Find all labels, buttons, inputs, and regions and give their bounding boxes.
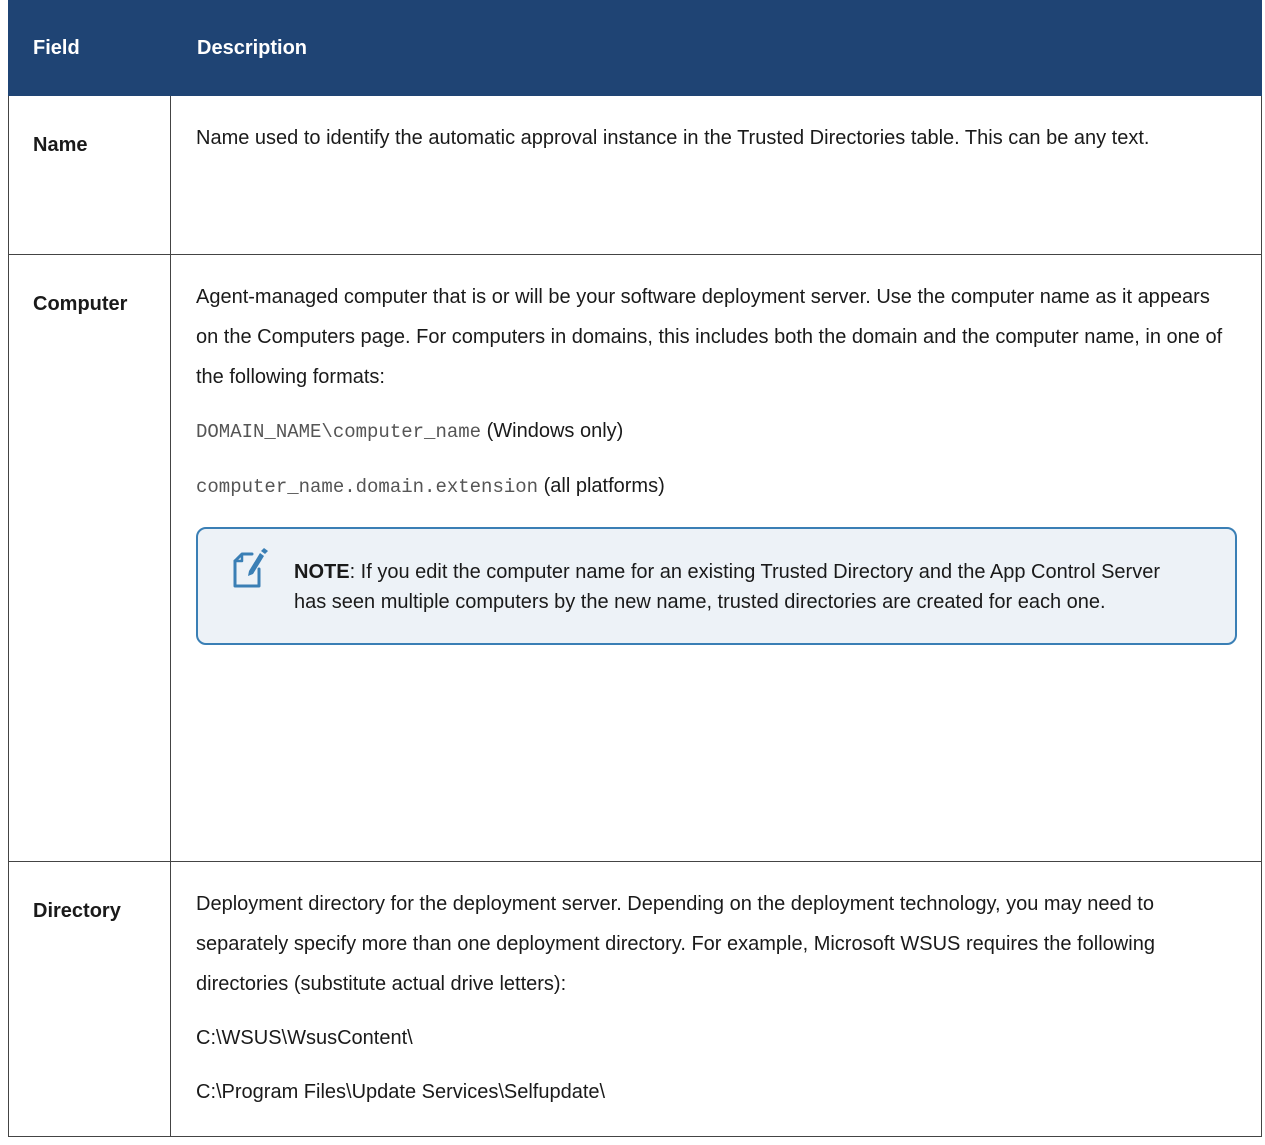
field-name: Name (8, 95, 171, 255)
header-description: Description (170, 0, 1262, 96)
note-callout: NOTE: If you edit the computer name for … (196, 527, 1237, 645)
format-windows-note: (Windows only) (481, 420, 624, 442)
header-field: Field (8, 0, 171, 96)
format-all-platforms-note: (all platforms) (538, 475, 665, 497)
format-windows: DOMAIN_NAME\computer_name (Windows only) (196, 411, 1237, 452)
description-computer: Agent-managed computer that is or will b… (196, 286, 1223, 388)
table-row-name: Name Name used to identify the automatic… (8, 95, 1262, 255)
description-cell-name: Name used to identify the automatic appr… (170, 95, 1262, 255)
description-cell-computer: Agent-managed computer that is or will b… (170, 254, 1262, 862)
field-directory: Directory (8, 861, 171, 1137)
table-row-directory: Directory Deployment directory for the d… (8, 861, 1262, 1137)
table-header: Field Description (8, 0, 1262, 96)
directory-path-selfupdate: C:\Program Files\Update Services\Selfupd… (196, 1081, 606, 1103)
format-windows-code: DOMAIN_NAME\computer_name (196, 421, 482, 443)
field-computer: Computer (8, 254, 171, 862)
header-row: Field Description (8, 0, 1262, 96)
note-text: NOTE: If you edit the computer name for … (294, 557, 1195, 617)
format-all-platforms-code: computer_name.domain.extension (196, 476, 539, 498)
table-row-computer: Computer Agent-managed computer that is … (8, 254, 1262, 862)
note-body: : If you edit the computer name for an e… (294, 561, 1160, 613)
directory-path-wsus: C:\WSUS\WsusContent\ (196, 1027, 413, 1049)
note-edit-icon (230, 547, 270, 589)
fields-table: Field Description Name Name used to iden… (8, 0, 1262, 1137)
note-label: NOTE (294, 561, 350, 583)
description-directory: Deployment directory for the deployment … (196, 893, 1155, 995)
format-all-platforms: computer_name.domain.extension (all plat… (196, 466, 1237, 507)
description-name: Name used to identify the automatic appr… (196, 127, 1150, 149)
description-cell-directory: Deployment directory for the deployment … (170, 861, 1262, 1137)
